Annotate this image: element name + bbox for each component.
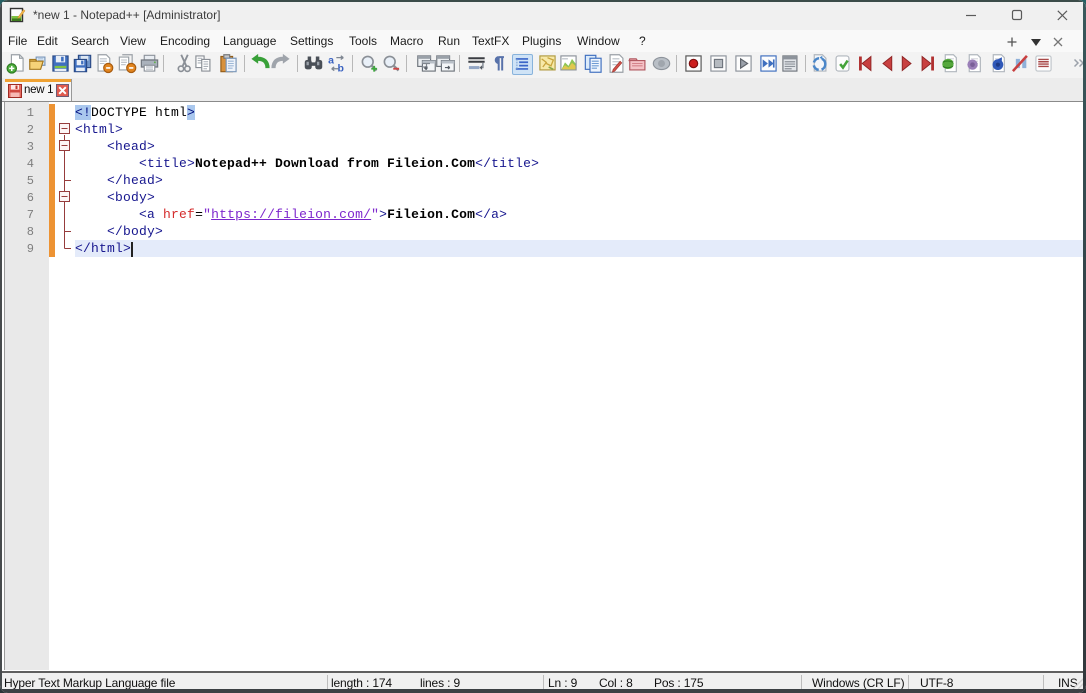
svg-text:a: a xyxy=(328,54,334,66)
